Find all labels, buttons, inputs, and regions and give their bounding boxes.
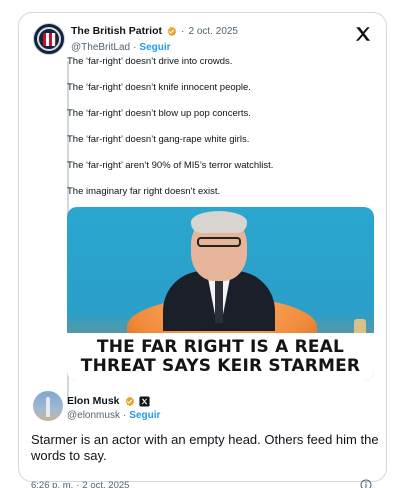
quoted-line: The ‘far-right’ doesn’t drive into crowd… (67, 56, 233, 67)
x-logo-icon[interactable] (354, 25, 372, 43)
quoted-post-image[interactable]: THE FAR RIGHT IS A REAL THREAT SAYS KEIR… (67, 207, 374, 381)
reply-post-text: Starmer is an actor with an empty head. … (31, 432, 379, 463)
embedded-post-card: The British Patriot · 2 oct. 2025 @TheBr… (18, 12, 387, 488)
separator-dot: · (133, 41, 137, 53)
reply-timestamp[interactable]: 6:26 p. m. · 2 oct. 2025 (31, 480, 129, 488)
reply-author-handle[interactable]: @elonmusk (67, 410, 120, 421)
reply-name-row: Elon Musk (67, 394, 150, 408)
separator-dot: · (181, 25, 185, 37)
speaker-hair (191, 211, 247, 233)
follow-button[interactable]: Seguir (139, 42, 170, 53)
quoted-author-avatar[interactable] (33, 23, 65, 55)
image-caption-banner: THE FAR RIGHT IS A REAL THREAT SAYS KEIR… (67, 333, 374, 381)
quoted-name-row: The British Patriot · 2 oct. 2025 (71, 23, 238, 39)
caption-line-1: THE FAR RIGHT IS A REAL (96, 337, 345, 357)
separator-dot: · (76, 480, 80, 488)
separator-dot: · (122, 409, 127, 421)
reply-author-name[interactable]: Elon Musk (67, 395, 120, 407)
quoted-author-name[interactable]: The British Patriot (71, 25, 162, 37)
x-affiliate-badge-icon (138, 395, 150, 407)
reply-time: 6:26 p. m. (31, 480, 74, 488)
quoted-line: The ‘far-right’ doesn’t gang-rape white … (67, 134, 250, 145)
quoted-post-date[interactable]: 2 oct. 2025 (189, 26, 238, 37)
verified-badge-icon (125, 396, 134, 406)
info-icon[interactable] (360, 479, 372, 488)
caption-line-2: THREAT SAYS KEIR STARMER (80, 356, 361, 376)
quoted-handle-row: @TheBritLad · Seguir (71, 40, 171, 54)
reply-author-avatar[interactable] (33, 391, 63, 421)
verified-badge-icon (167, 26, 177, 36)
quoted-line: The ‘far-right’ doesn’t knife innocent p… (67, 82, 251, 93)
reply-handle-row: @elonmusk · Seguir (67, 408, 160, 422)
quoted-line: The imaginary far right doesn’t exist. (67, 186, 221, 197)
quoted-line: The ‘far-right’ doesn’t blow up pop conc… (67, 108, 251, 119)
follow-button[interactable]: Seguir (129, 410, 160, 421)
reply-date: 2 oct. 2025 (82, 480, 130, 488)
quoted-post-text: The ‘far-right’ doesn’t drive into crowd… (67, 55, 377, 211)
speaker-glasses (197, 237, 241, 247)
rocket-silhouette (46, 397, 50, 417)
speaker-tie (215, 279, 223, 323)
quoted-line: The ‘far-right’ aren’t 90% of MI5’s terr… (67, 160, 274, 171)
quoted-author-handle[interactable]: @TheBritLad (71, 42, 130, 53)
union-flag-emblem (43, 33, 56, 46)
